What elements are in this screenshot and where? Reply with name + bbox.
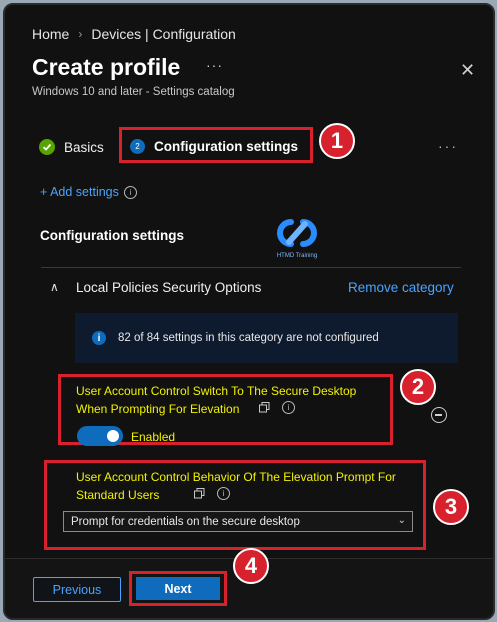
elevation-prompt-dropdown[interactable]: Prompt for credentials on the secure des… (63, 511, 413, 532)
breadcrumb-home[interactable]: Home (32, 26, 69, 42)
step-basics-label: Basics (64, 139, 104, 155)
chevron-up-icon[interactable]: ∧ (50, 280, 59, 294)
close-icon[interactable]: ✕ (460, 60, 475, 81)
info-icon: i (123, 185, 137, 199)
chevron-down-icon: ⌄ (397, 515, 406, 526)
info-icon: i (92, 331, 106, 345)
info-icon[interactable]: i (282, 401, 295, 414)
htmd-logo-icon (277, 219, 317, 247)
logo-text: HTMD Training (276, 253, 318, 259)
setting-label-secure-desktop: User Account Control Switch To The Secur… (76, 384, 357, 416)
step-configuration-settings[interactable]: 2 Configuration settings (130, 139, 298, 154)
toggle-knob (107, 430, 119, 442)
previous-button[interactable]: Previous (33, 577, 121, 602)
info-message-text: 82 of 84 settings in this category are n… (118, 332, 379, 344)
breadcrumb-separator: › (78, 27, 83, 41)
checkmark-icon (39, 139, 55, 155)
info-icon[interactable]: i (217, 487, 230, 500)
copy-icon[interactable] (259, 402, 270, 413)
setting-1-icons: i (259, 401, 295, 414)
page-title: Create profile (32, 54, 181, 80)
create-profile-panel: Home › Devices | Configuration Create pr… (3, 3, 495, 620)
breadcrumb: Home › Devices | Configuration (32, 26, 236, 42)
remove-setting-icon[interactable] (431, 407, 447, 423)
step-configuration-label: Configuration settings (154, 139, 298, 154)
callout-badge-2: 2 (400, 369, 436, 405)
divider (41, 267, 461, 268)
callout-badge-1: 1 (319, 123, 355, 159)
step-basics[interactable]: Basics (39, 139, 104, 155)
category-title[interactable]: Local Policies Security Options (76, 280, 261, 295)
setting-label-elevation-prompt: User Account Control Behavior Of The Ele… (76, 470, 396, 502)
secure-desktop-toggle[interactable] (77, 426, 123, 446)
dropdown-selected-value: Prompt for credentials on the secure des… (71, 516, 300, 528)
add-settings-label: + Add settings (40, 185, 119, 199)
page-subtitle: Windows 10 and later - Settings catalog (32, 86, 235, 98)
add-settings-link[interactable]: + Add settings i (40, 185, 137, 199)
next-button[interactable]: Next (136, 577, 220, 600)
more-options-icon[interactable]: ··· (206, 57, 223, 73)
breadcrumb-devices-configuration[interactable]: Devices | Configuration (91, 26, 235, 42)
step-number-icon: 2 (130, 139, 145, 154)
callout-badge-4: 4 (233, 548, 269, 584)
callout-badge-3: 3 (433, 489, 469, 525)
remove-category-link[interactable]: Remove category (348, 280, 454, 295)
steps-more-icon[interactable]: ··· (438, 138, 458, 154)
copy-icon[interactable] (194, 488, 205, 499)
configuration-settings-heading: Configuration settings (40, 228, 184, 243)
toggle-state-label: Enabled (131, 430, 176, 444)
setting-2-icons: i (194, 487, 230, 500)
